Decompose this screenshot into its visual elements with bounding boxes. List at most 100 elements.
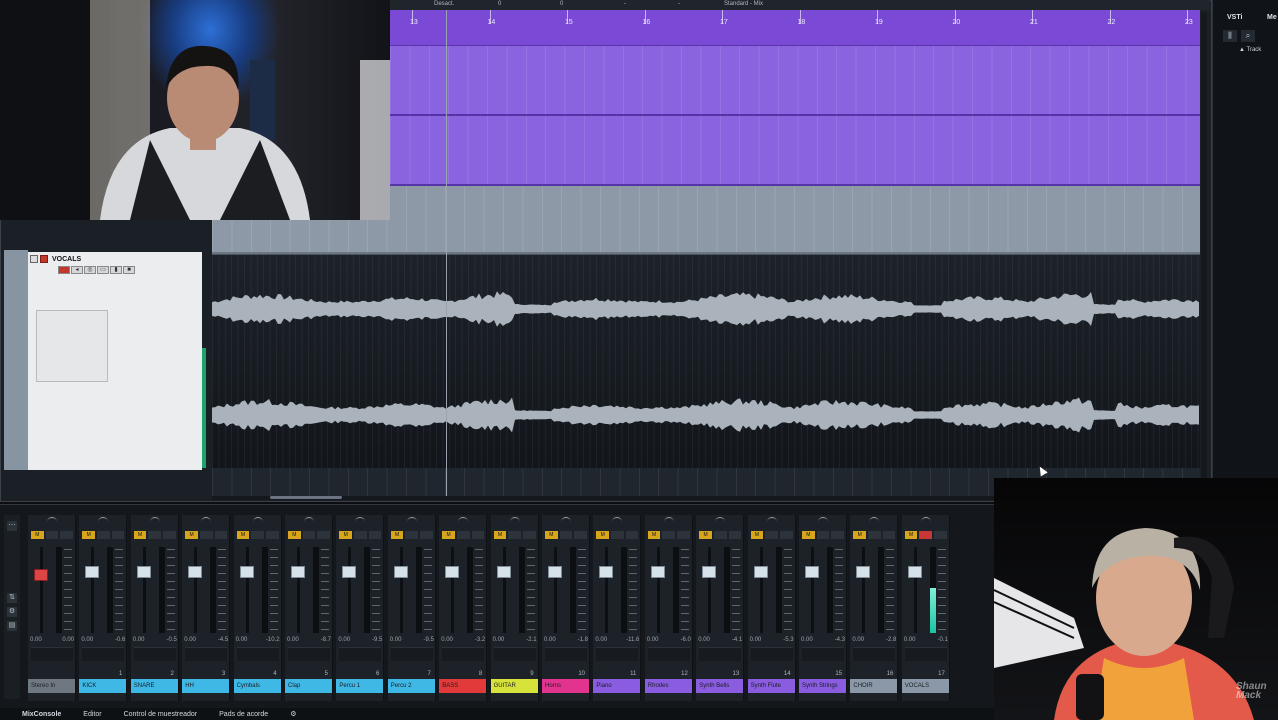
scrollbar-thumb[interactable]: [270, 496, 342, 499]
pan-knob[interactable]: [252, 517, 263, 523]
pan-knob[interactable]: [766, 517, 777, 523]
pan-knob[interactable]: [663, 517, 674, 523]
solo-button[interactable]: [765, 531, 778, 539]
channel-name[interactable]: Synth Strings: [799, 679, 846, 693]
volume-fader[interactable]: [85, 565, 100, 578]
listen-button[interactable]: [471, 531, 485, 539]
fader-track[interactable]: [348, 547, 352, 633]
solo-button[interactable]: [148, 531, 162, 539]
midi-event-lane[interactable]: [390, 116, 1200, 186]
solo-button[interactable]: [508, 531, 521, 539]
solo-button[interactable]: [45, 531, 59, 539]
io-routing[interactable]: [802, 647, 844, 661]
volume-fader[interactable]: [599, 565, 614, 578]
mute-button[interactable]: M: [750, 531, 764, 539]
mixer-channel[interactable]: M 0.00 -2.1 9 GUITAR: [490, 515, 539, 701]
io-routing[interactable]: [699, 647, 742, 661]
vocals-audio-event[interactable]: [212, 254, 1200, 468]
solo-button[interactable]: [611, 531, 624, 539]
lock-icon[interactable]: ■: [123, 266, 135, 274]
mute-button[interactable]: M: [288, 531, 301, 539]
io-routing[interactable]: [31, 647, 73, 661]
io-routing[interactable]: [236, 647, 279, 661]
pan-knob[interactable]: [509, 517, 520, 523]
volume-value[interactable]: 0.00: [390, 637, 402, 643]
pan-knob[interactable]: [201, 517, 212, 523]
write-icon[interactable]: ▭: [97, 266, 109, 274]
listen-button[interactable]: [265, 531, 279, 539]
io-routing[interactable]: [133, 647, 176, 661]
fader-track[interactable]: [759, 547, 763, 633]
lane-icon[interactable]: ▮: [110, 266, 122, 274]
channel-name[interactable]: Clap: [285, 679, 332, 693]
mixer-channel[interactable]: M 0.00 -4.1 13 Synth Bells: [696, 515, 745, 701]
pan-knob[interactable]: [561, 517, 571, 523]
fader-track[interactable]: [656, 547, 660, 633]
volume-value[interactable]: 0.00: [647, 637, 659, 643]
pan-knob[interactable]: [98, 517, 109, 523]
meter-icon[interactable]: ▤: [7, 621, 17, 631]
settings-icon[interactable]: ⚙: [290, 710, 296, 718]
solo-button[interactable]: [662, 531, 676, 539]
mixer-channel[interactable]: M 0.00 -4.3 15 Synth Strings: [799, 515, 847, 701]
mute-button[interactable]: M: [390, 531, 404, 539]
volume-value[interactable]: 0.00: [30, 637, 42, 643]
io-routing[interactable]: [390, 647, 433, 661]
channel-name[interactable]: HH: [182, 679, 230, 693]
instrument-rack-icon[interactable]: ⫼: [1223, 30, 1237, 42]
io-routing[interactable]: [288, 647, 330, 661]
channel-name[interactable]: Horns: [542, 679, 589, 693]
mute-button[interactable]: M: [545, 531, 558, 539]
pan-knob[interactable]: [149, 517, 160, 523]
listen-button[interactable]: [60, 531, 74, 539]
volume-fader[interactable]: [856, 565, 871, 578]
track-name[interactable]: VOCALS: [52, 256, 81, 263]
pan-knob[interactable]: [612, 517, 623, 523]
fader-track[interactable]: [554, 547, 557, 633]
volume-fader[interactable]: [188, 565, 203, 578]
listen-button[interactable]: [831, 531, 845, 539]
solo-button[interactable]: [868, 531, 881, 539]
fader-track[interactable]: [40, 547, 43, 633]
channel-name[interactable]: GUITAR: [490, 679, 538, 693]
mute-icon[interactable]: [30, 255, 38, 263]
tab-chord-pads[interactable]: Pads de acorde: [219, 711, 268, 718]
mute-button[interactable]: M: [802, 531, 815, 539]
mute-button[interactable]: M: [904, 531, 918, 539]
fader-track[interactable]: [708, 547, 712, 633]
channel-name[interactable]: VOCALS: [901, 679, 949, 693]
pan-knob[interactable]: [406, 517, 417, 523]
mixer-channel[interactable]: M 0.00 -0.1 17 VOCALS: [901, 515, 950, 701]
volume-value[interactable]: 0.00: [904, 637, 916, 643]
volume-fader[interactable]: [342, 565, 357, 578]
volume-value[interactable]: 0.00: [698, 637, 710, 643]
mixer-channel[interactable]: M 0.00 -0.5 2 SNARE: [130, 515, 179, 701]
mixer-channel[interactable]: M 0.00 -9.5 6 Percu 1: [336, 515, 385, 701]
volume-fader[interactable]: [548, 565, 562, 578]
mute-button[interactable]: M: [82, 531, 96, 539]
pan-knob[interactable]: [818, 517, 828, 523]
dots-menu-icon[interactable]: ⋯: [7, 521, 17, 531]
volume-fader[interactable]: [291, 565, 305, 578]
add-track-label[interactable]: ▲ Track: [1239, 47, 1261, 53]
mixer-channel[interactable]: M 0.00 -9.5 7 Percu 2: [387, 515, 436, 701]
io-routing[interactable]: [339, 647, 382, 661]
solo-button[interactable]: [251, 531, 264, 539]
volume-value[interactable]: 0.00: [236, 637, 248, 643]
mute-button[interactable]: M: [442, 531, 455, 539]
volume-value[interactable]: 0.00: [184, 637, 196, 643]
tab-mixconsole[interactable]: MixConsole: [22, 711, 61, 718]
pan-knob[interactable]: [920, 517, 931, 523]
io-routing[interactable]: [647, 647, 690, 661]
solo-button[interactable]: [919, 531, 933, 539]
volume-value[interactable]: 0.00: [133, 637, 145, 643]
io-routing[interactable]: [82, 647, 125, 661]
volume-fader[interactable]: [753, 565, 768, 578]
listen-button[interactable]: [934, 531, 947, 539]
fader-track[interactable]: [862, 547, 866, 633]
volume-fader[interactable]: [393, 565, 408, 578]
solo-button[interactable]: [456, 531, 470, 539]
listen-button[interactable]: [214, 531, 228, 539]
tab-sampler-control[interactable]: Control de muestreador: [124, 711, 198, 718]
tab-vsti[interactable]: VSTi: [1227, 14, 1242, 21]
